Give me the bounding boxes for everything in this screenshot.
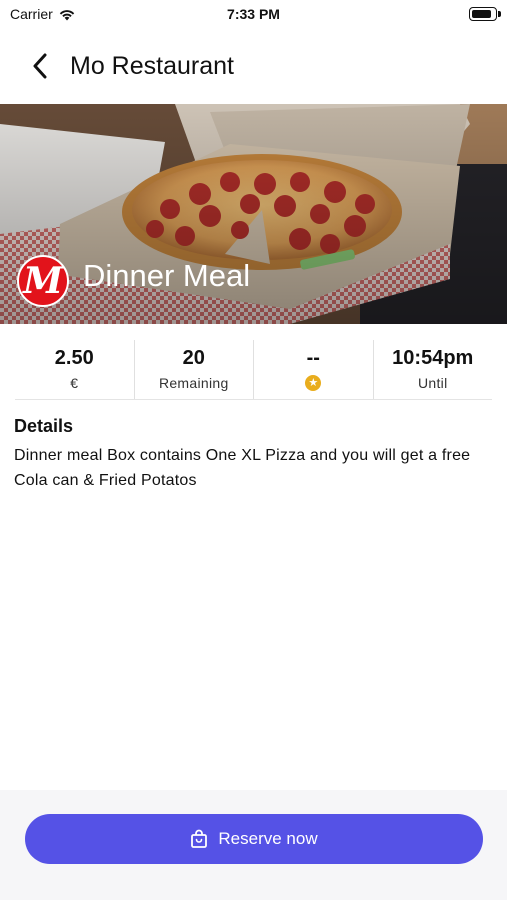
stat-remaining: 20 Remaining xyxy=(133,340,254,399)
until-label: Until xyxy=(417,375,448,391)
battery-icon xyxy=(469,7,501,21)
stat-price: 2.50 € xyxy=(15,340,134,399)
page-title: Mo Restaurant xyxy=(70,51,234,80)
pizza-photo xyxy=(0,104,507,324)
star-icon: ★ xyxy=(305,375,322,391)
status-bar: Carrier 7:33 PM xyxy=(0,0,507,30)
rating-value: -- xyxy=(306,347,320,369)
stat-until: 10:54pm Until xyxy=(372,340,493,399)
remaining-value: 20 xyxy=(182,347,205,369)
meal-hero-image xyxy=(0,104,507,324)
remaining-label: Remaining xyxy=(158,375,229,391)
footer-bar: Reserve now xyxy=(0,790,507,900)
chevron-left-icon xyxy=(33,53,47,79)
currency-label: € xyxy=(70,375,79,391)
navigation-bar: Mo Restaurant xyxy=(0,30,507,102)
shopping-bag-icon xyxy=(191,829,208,848)
until-value: 10:54pm xyxy=(392,347,474,369)
details-heading: Details xyxy=(14,416,74,436)
battery-level xyxy=(472,10,491,18)
back-button[interactable] xyxy=(20,46,60,86)
reserve-button[interactable]: Reserve now xyxy=(25,814,483,864)
stat-rating: -- ★ xyxy=(253,340,373,399)
restaurant-logo: M xyxy=(17,255,69,307)
meal-stats: 2.50 € 20 Remaining -- ★ 10:54pm Until xyxy=(15,340,492,400)
reserve-button-label: Reserve now xyxy=(218,829,318,848)
meal-title: Dinner Meal xyxy=(83,258,251,293)
price-value: 2.50 xyxy=(54,347,94,369)
details-description: Dinner meal Box contains One XL Pizza an… xyxy=(14,447,471,489)
clock: 7:33 PM xyxy=(227,6,280,22)
